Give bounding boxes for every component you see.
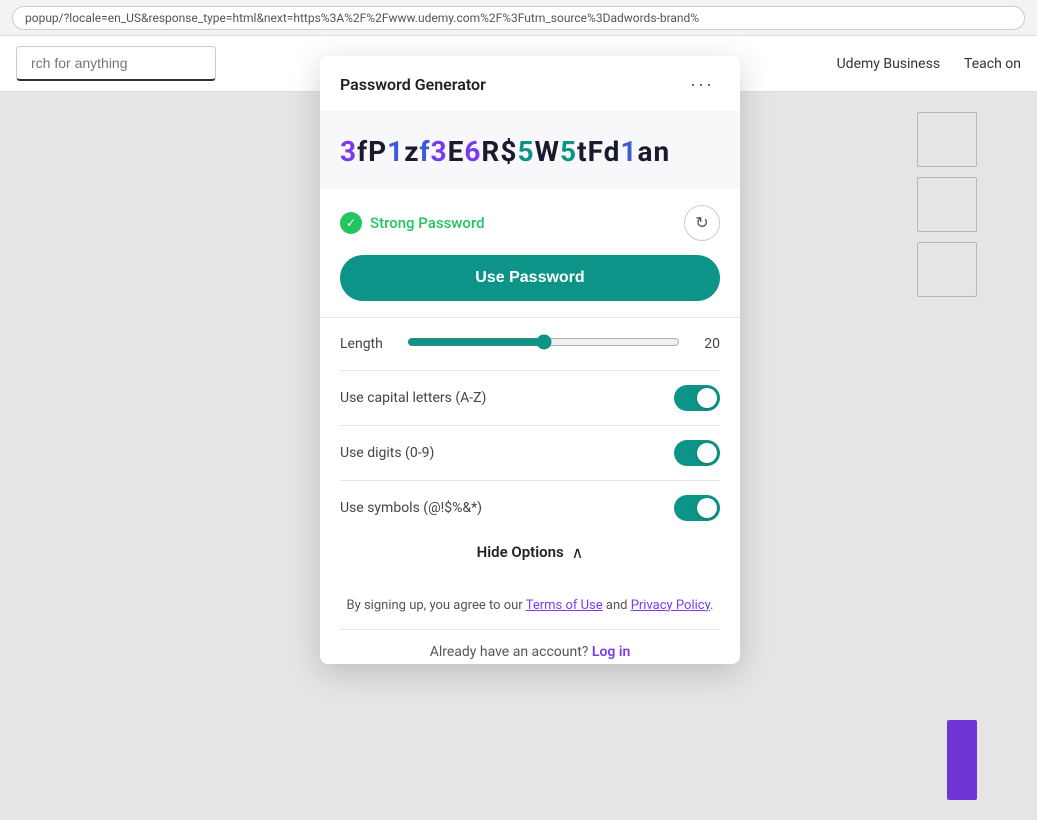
teach-on-link[interactable]: Teach on (964, 56, 1021, 72)
symbols-toggle[interactable] (674, 495, 720, 521)
digits-knob (697, 443, 717, 463)
password-text: 3fP1zf3E6R$5W5tFd1an (340, 135, 720, 169)
browser-bar: popup/?locale=en_US&response_type=html&n… (0, 0, 1037, 36)
udemy-business-link[interactable]: Udemy Business (837, 56, 940, 72)
header-right: Udemy Business Teach on (837, 36, 1037, 91)
login-prompt: Already have an account? (430, 644, 592, 660)
terms-area: By signing up, you agree to our Terms of… (320, 582, 740, 629)
terms-text: By signing up, you agree to our Terms of… (340, 598, 720, 613)
length-value: 20 (692, 336, 720, 352)
terms-suffix: . (710, 598, 713, 613)
terms-and: and (603, 598, 631, 613)
password-generator-popup: Password Generator ··· 3fP1zf3E6R$5W5tFd… (320, 56, 740, 664)
popup-menu-button[interactable]: ··· (684, 72, 720, 97)
strong-password-label: Strong Password (370, 214, 485, 232)
symbols-knob (697, 498, 717, 518)
status-left: ✓ Strong Password (340, 212, 485, 234)
digits-toggle[interactable] (674, 440, 720, 466)
option-divider-1 (340, 370, 720, 371)
login-text-area: Already have an account? Log in (320, 630, 740, 664)
option-divider-2 (340, 425, 720, 426)
options-area: Length 20 Use capital letters (A-Z) (320, 318, 740, 582)
check-icon: ✓ (340, 212, 362, 234)
capital-letters-knob (697, 388, 717, 408)
address-bar[interactable]: popup/?locale=en_US&response_type=html&n… (12, 6, 1025, 30)
length-label: Length (340, 336, 395, 352)
hide-options-row[interactable]: Hide Options ∧ (340, 531, 720, 566)
capital-letters-toggle[interactable] (674, 385, 720, 411)
password-status-area: ✓ Strong Password ↻ (320, 189, 740, 255)
refresh-button[interactable]: ↻ (684, 205, 720, 241)
hide-options-text: Hide Options (477, 543, 564, 561)
option-divider-3 (340, 480, 720, 481)
length-row: Length 20 (340, 334, 720, 354)
terms-of-use-link[interactable]: Terms of Use (526, 598, 603, 613)
search-input[interactable] (16, 46, 216, 81)
popup-overlay: Password Generator ··· 3fP1zf3E6R$5W5tFd… (0, 92, 1037, 820)
digits-label: Use digits (0-9) (340, 445, 434, 461)
digits-row: Use digits (0-9) (340, 430, 720, 476)
capital-letters-row: Use capital letters (A-Z) (340, 375, 720, 421)
popup-header: Password Generator ··· (320, 56, 740, 111)
slider-container (407, 334, 680, 354)
capital-letters-label: Use capital letters (A-Z) (340, 390, 486, 406)
login-link[interactable]: Log in (592, 644, 630, 660)
use-password-button[interactable]: Use Password (340, 255, 720, 301)
popup-title: Password Generator (340, 75, 486, 94)
length-slider[interactable] (407, 334, 680, 350)
chevron-up-icon: ∧ (572, 543, 584, 562)
page-content: Password Generator ··· 3fP1zf3E6R$5W5tFd… (0, 92, 1037, 820)
password-display: 3fP1zf3E6R$5W5tFd1an (320, 111, 740, 189)
privacy-policy-link[interactable]: Privacy Policy (631, 598, 710, 613)
symbols-label: Use symbols (@!$%&*) (340, 500, 482, 516)
symbols-row: Use symbols (@!$%&*) (340, 485, 720, 531)
terms-prefix: By signing up, you agree to our (347, 598, 526, 613)
